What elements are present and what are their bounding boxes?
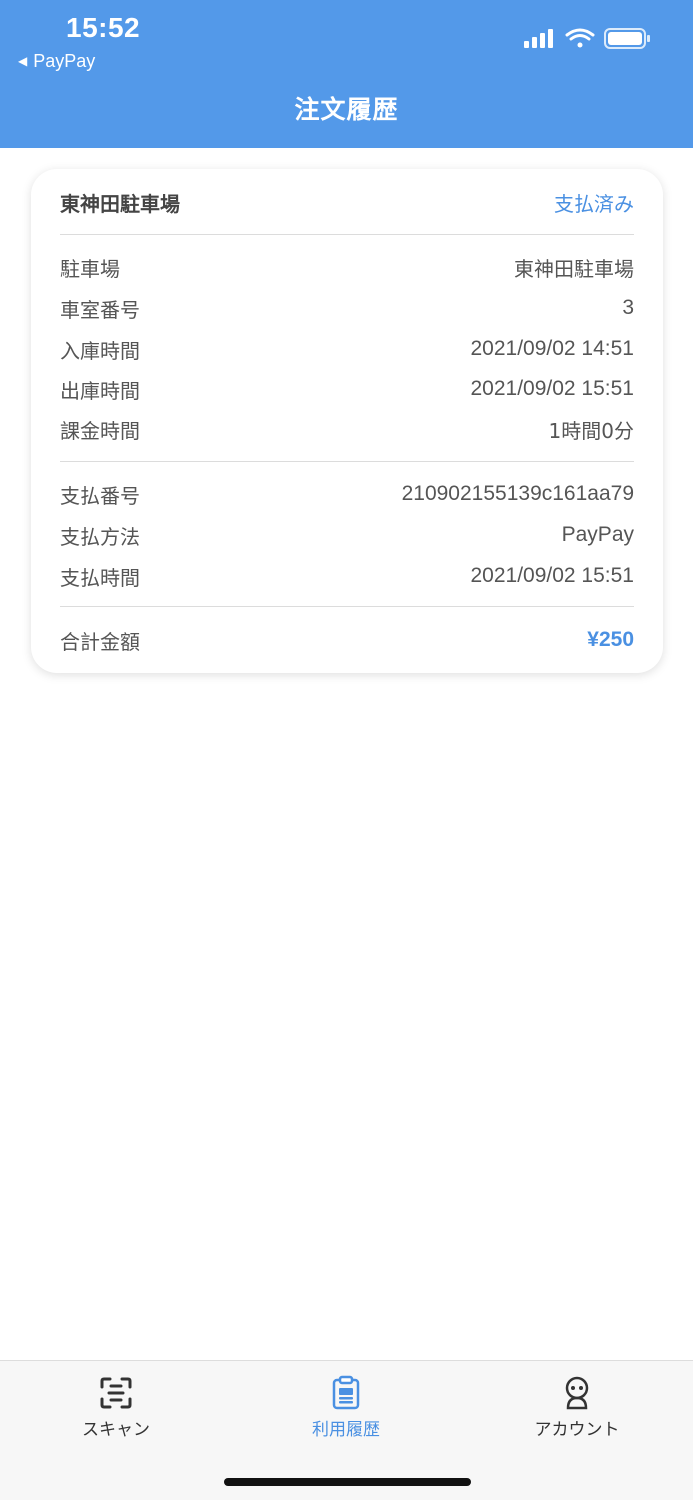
row-value: 2021/09/02 15:51 xyxy=(470,377,635,400)
row-label: 課金時間 xyxy=(60,418,140,443)
back-arrow-icon: ◀ xyxy=(18,54,28,68)
tab-label: 利用履歴 xyxy=(312,1420,380,1440)
back-to-app-link[interactable]: ◀ PayPay xyxy=(18,49,95,73)
back-app-label: PayPay xyxy=(33,50,96,71)
wifi-icon xyxy=(565,28,595,48)
row-label: 支払時間 xyxy=(60,565,140,590)
signal-icon xyxy=(524,29,553,48)
row-value: 東神田駐車場 xyxy=(514,256,634,281)
row-label: 車室番号 xyxy=(60,297,140,322)
detail-row-total: 合計金額 ¥250 xyxy=(60,625,634,655)
row-value: 2021/09/02 14:51 xyxy=(470,337,635,360)
row-label: 入庫時間 xyxy=(60,338,140,363)
tab-account[interactable]: アカウント xyxy=(497,1375,657,1445)
tab-label: スキャン xyxy=(82,1420,150,1440)
row-value: 1時間0分 xyxy=(548,418,634,443)
tab-label: アカウント xyxy=(534,1420,620,1440)
detail-row-payment-time: 支払時間 2021/09/02 15:51 xyxy=(60,561,634,591)
row-value: 3 xyxy=(622,296,634,319)
page-title: 注文履歴 xyxy=(294,95,399,124)
detail-row-parking: 駐車場 東神田駐車場 xyxy=(60,252,634,282)
history-icon xyxy=(332,1375,360,1410)
row-label: 合計金額 xyxy=(60,629,140,654)
tab-scan[interactable]: スキャン xyxy=(36,1375,196,1445)
home-indicator[interactable] xyxy=(224,1478,471,1486)
tab-history[interactable]: 利用履歴 xyxy=(266,1375,426,1445)
status-icons xyxy=(524,28,650,49)
order-name: 東神田駐車場 xyxy=(60,192,180,216)
total-amount: ¥250 xyxy=(587,628,634,651)
detail-row-payment-method: 支払方法 PayPay xyxy=(60,520,634,550)
card-divider xyxy=(60,234,634,235)
card-divider xyxy=(60,461,634,462)
detail-row-entry-time: 入庫時間 2021/09/02 14:51 xyxy=(60,334,634,364)
detail-row-space-number: 車室番号 3 xyxy=(60,293,634,323)
payment-status-badge: 支払済み xyxy=(554,192,634,216)
scan-icon xyxy=(100,1377,132,1409)
header-bar: 15:52 ◀ PayPay 注文履歴 xyxy=(0,0,693,148)
detail-row-exit-time: 出庫時間 2021/09/02 15:51 xyxy=(60,374,634,404)
status-time: 15:52 xyxy=(66,12,141,43)
row-label: 支払方法 xyxy=(60,524,140,549)
card-divider xyxy=(60,606,634,607)
detail-row-billing-time: 課金時間 1時間0分 xyxy=(60,414,634,444)
row-label: 駐車場 xyxy=(60,256,120,281)
row-value: 2021/09/02 15:51 xyxy=(470,564,635,587)
row-label: 出庫時間 xyxy=(60,378,140,403)
account-icon xyxy=(565,1376,589,1410)
battery-icon xyxy=(604,28,650,49)
row-value: 210902155139c161aa79 xyxy=(401,482,634,505)
detail-row-payment-number: 支払番号 210902155139c161aa79 xyxy=(60,479,634,509)
row-label: 支払番号 xyxy=(60,483,140,508)
row-value: PayPay xyxy=(561,523,634,546)
